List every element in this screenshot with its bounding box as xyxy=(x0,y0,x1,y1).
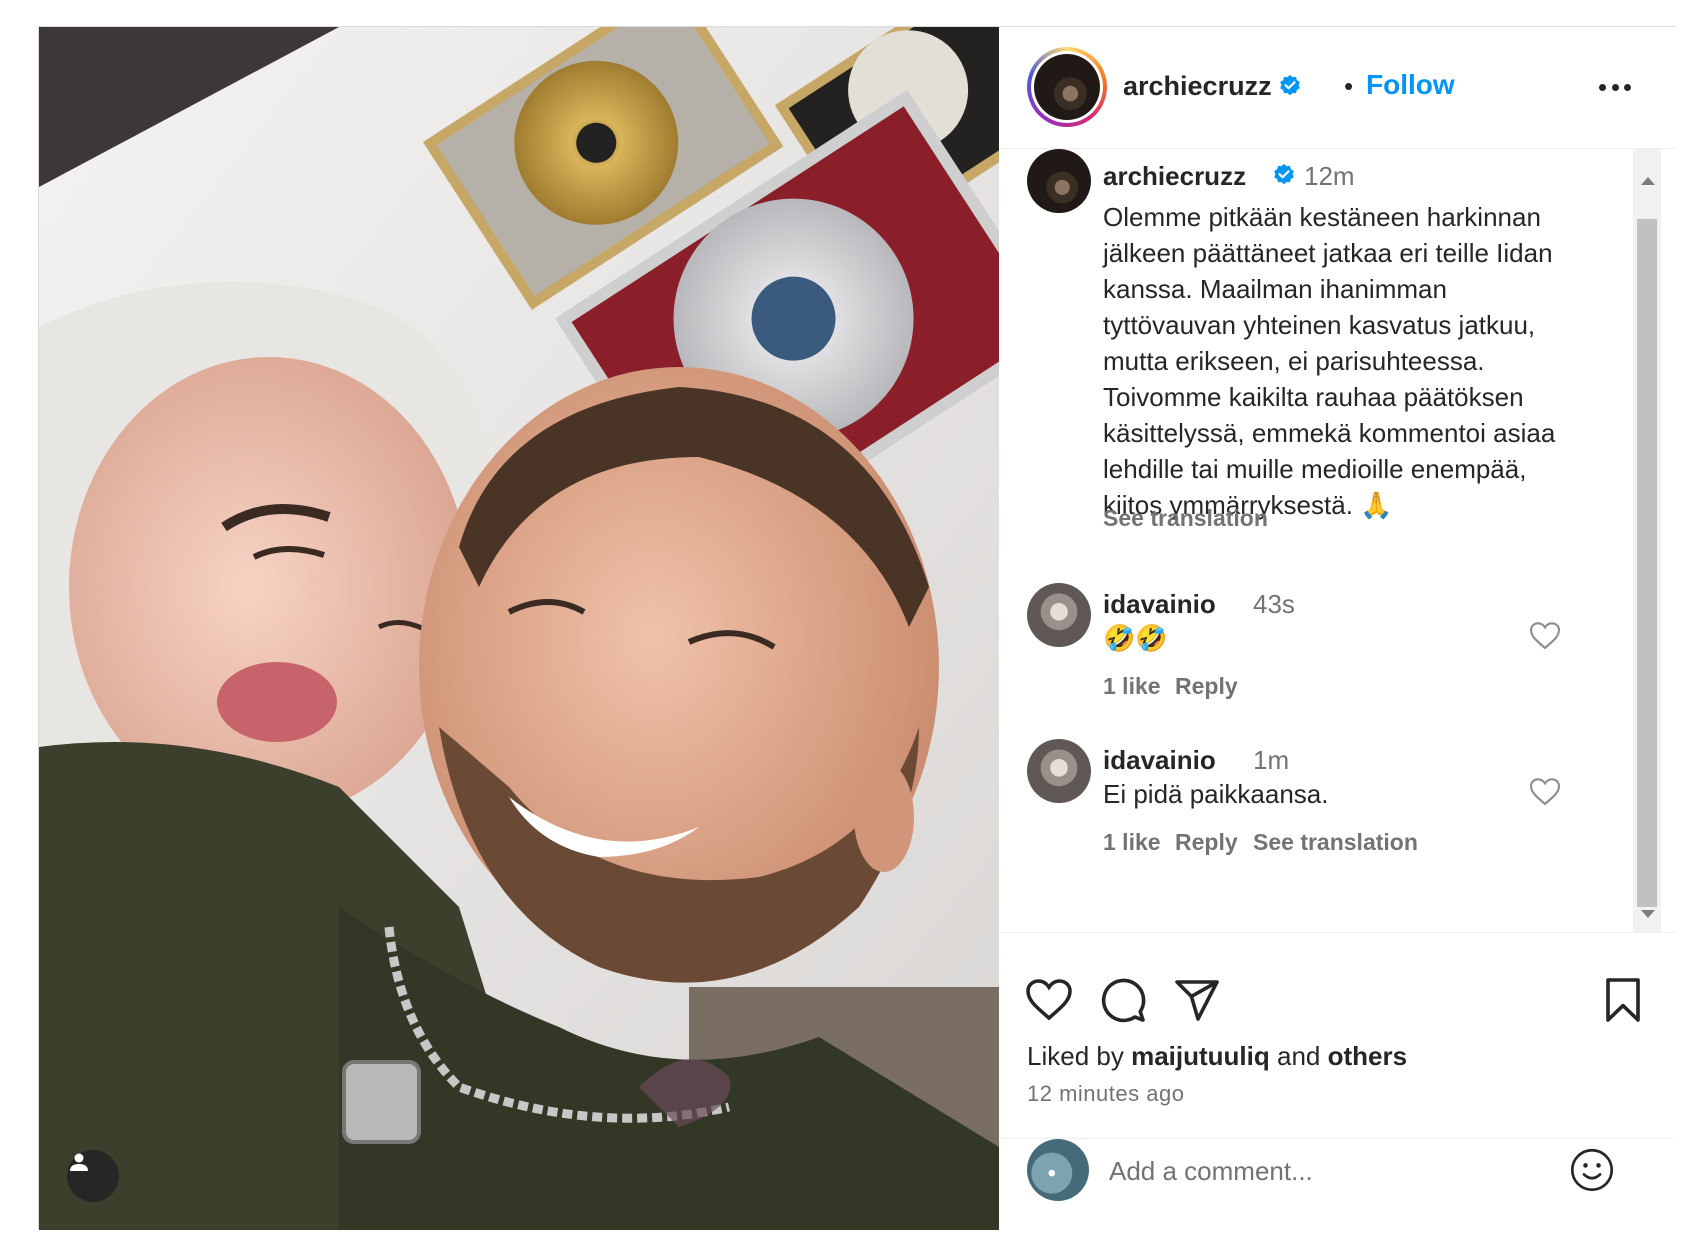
verified-icon xyxy=(1279,75,1300,96)
comment-see-translation[interactable]: See translation xyxy=(1253,829,1418,856)
tag-person-icon xyxy=(70,1153,88,1171)
caption-avatar[interactable] xyxy=(1027,149,1091,213)
post-photo[interactable] xyxy=(39,27,999,1230)
bookmark-icon[interactable] xyxy=(1599,976,1647,1024)
post-timestamp[interactable]: 12 minutes ago xyxy=(1027,1081,1184,1107)
comment-text: Ei pidä paikkaansa. xyxy=(1103,779,1329,809)
add-comment-input[interactable] xyxy=(1109,1151,1489,1191)
comment-reply[interactable]: Reply xyxy=(1175,673,1238,700)
comment-username[interactable]: idavainio xyxy=(1103,589,1216,620)
scroll-up-icon[interactable] xyxy=(1641,177,1655,185)
comment-like-icon[interactable] xyxy=(1529,621,1561,651)
emoji-icon[interactable] xyxy=(1569,1147,1615,1193)
verified-icon xyxy=(1274,164,1294,185)
caption-username[interactable]: archiecruzz xyxy=(1103,161,1246,192)
comment-text: 🤣🤣 xyxy=(1103,623,1168,653)
liked-by-prefix: Liked by xyxy=(1027,1041,1124,1071)
post-header: archiecruzz • Follow xyxy=(999,27,1675,149)
comment-time[interactable]: 43s xyxy=(1253,589,1295,620)
comment-like-icon[interactable] xyxy=(1529,777,1561,807)
post-side-panel: archiecruzz • Follow archiecruzz 12m Ole… xyxy=(999,27,1675,1230)
heart-icon[interactable] xyxy=(1025,976,1073,1024)
share-icon[interactable] xyxy=(1173,976,1221,1024)
author-username[interactable]: archiecruzz xyxy=(1123,71,1302,102)
comment-icon[interactable] xyxy=(1099,976,1147,1024)
comment-avatar[interactable] xyxy=(1027,739,1091,803)
comment-likes[interactable]: 1 like xyxy=(1103,673,1161,700)
comment-avatar[interactable] xyxy=(1027,583,1091,647)
comment-username[interactable]: idavainio xyxy=(1103,745,1216,776)
caption-time[interactable]: 12m xyxy=(1304,161,1355,192)
selfie-photo xyxy=(39,27,999,1230)
liked-by: Liked by maijutuuliq and others xyxy=(1027,1041,1407,1072)
caption-see-translation[interactable]: See translation xyxy=(1103,505,1268,532)
scroll-down-icon[interactable] xyxy=(1641,910,1655,918)
post-actions: Liked by maijutuuliq and others 12 minut… xyxy=(999,932,1675,1230)
liked-by-others[interactable]: others xyxy=(1328,1041,1407,1071)
follow-button[interactable]: Follow xyxy=(1366,69,1455,101)
author-avatar[interactable] xyxy=(1027,47,1107,127)
liked-by-user[interactable]: maijutuuliq xyxy=(1131,1041,1270,1071)
tag-person-button[interactable] xyxy=(67,1150,119,1202)
instagram-post: archiecruzz • Follow archiecruzz 12m Ole… xyxy=(38,26,1675,1230)
more-options-button[interactable] xyxy=(1593,73,1637,101)
comment-composer xyxy=(999,1138,1675,1231)
viewer-avatar xyxy=(1027,1139,1089,1201)
more-icon xyxy=(1599,83,1606,91)
comment-reply[interactable]: Reply xyxy=(1175,829,1238,856)
comments-list[interactable]: archiecruzz 12m Olemme pitkään kestäneen… xyxy=(999,149,1675,932)
comment-time[interactable]: 1m xyxy=(1253,745,1289,776)
scrollbar-thumb[interactable] xyxy=(1637,219,1657,907)
comments-scrollbar[interactable] xyxy=(1633,149,1661,932)
author-username-text[interactable]: archiecruzz xyxy=(1123,71,1272,101)
header-separator: • xyxy=(1344,71,1354,101)
caption-text: Olemme pitkään kestäneen harkinnan jälke… xyxy=(1103,202,1556,520)
liked-by-joiner: and xyxy=(1276,1041,1321,1071)
comment-likes[interactable]: 1 like xyxy=(1103,829,1161,856)
